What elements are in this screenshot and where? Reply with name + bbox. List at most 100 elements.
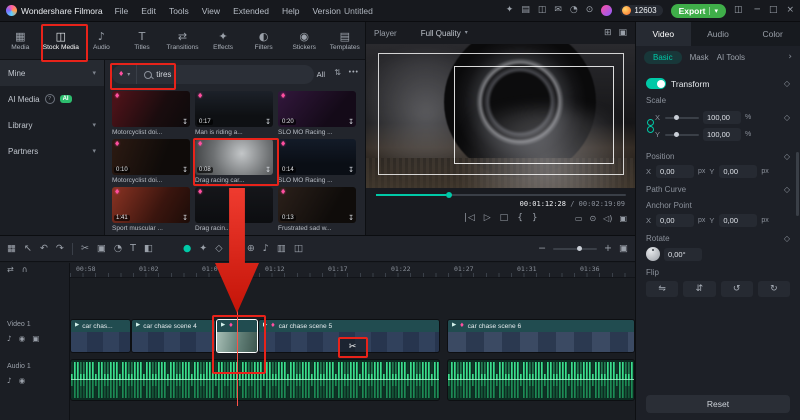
position-x-value[interactable]: 0,00 (656, 165, 694, 178)
hide-track-icon[interactable]: ◉ (19, 377, 26, 385)
export-dropdown-icon[interactable]: ▾ (709, 6, 718, 15)
scale-y-value[interactable]: 100,00 (703, 128, 741, 141)
stock-thumbnail[interactable]: ♦ ↧ (112, 91, 190, 127)
timeline-clip[interactable]: ▶ car chase scene 4 (131, 319, 216, 353)
download-icon[interactable]: ↧ (182, 119, 188, 126)
timeline-clip[interactable]: ▶ car chas... (70, 319, 131, 353)
menu-version[interactable]: Version (312, 6, 340, 16)
tab-transitions[interactable]: ⇄ Transitions (162, 22, 203, 59)
rotate-knob[interactable] (646, 247, 660, 261)
stock-item[interactable]: ♦ 0:17 ↧ Man is riding a... (195, 91, 273, 139)
stock-thumbnail[interactable]: ♦ 0:14 ↧ (278, 139, 356, 175)
mute-track-icon[interactable]: ♪ (7, 335, 12, 343)
tab-effects[interactable]: ✦ Effects (203, 22, 244, 59)
rotate-right-button[interactable]: ↻ (757, 281, 790, 297)
seek-handle[interactable] (446, 192, 452, 198)
media-type-selector[interactable]: ♦ ▾ (112, 65, 138, 84)
avatar[interactable] (601, 5, 613, 16)
stock-item[interactable]: ♦ 0:13 ↧ Frustrated sad w... (278, 187, 356, 235)
ai-features-icon[interactable]: ✦ (506, 6, 514, 15)
detach-player-icon[interactable]: ▣ (618, 28, 627, 38)
undo-icon[interactable]: ↶ (40, 244, 48, 254)
video-preview[interactable] (366, 44, 636, 188)
pointer-tool-icon[interactable]: ↖ (24, 244, 32, 254)
flip-vertical-button[interactable]: ⇵ (683, 281, 716, 297)
stock-thumbnail[interactable]: ♦ 1:41 ↧ (112, 187, 190, 223)
coins-badge[interactable]: 12603 (620, 5, 663, 16)
keyframe-icon[interactable]: ◇ (784, 79, 790, 88)
sidebar-item-mine[interactable]: Mine ▾ (0, 60, 104, 86)
transform-bounds-inner[interactable] (454, 66, 614, 164)
download-icon[interactable]: ↧ (182, 167, 188, 174)
stock-thumbnail[interactable]: ♦ 0:08 ↧ (195, 139, 273, 175)
stock-thumbnail[interactable]: ♦ 0:10 ↧ (112, 139, 190, 175)
stock-item[interactable]: ♦ 0:20 ↧ SLO MO Racing ... (278, 91, 356, 139)
tab-stock-media[interactable]: ◫ Stock Media (41, 22, 82, 59)
tab-audio[interactable]: ♪ Audio (81, 22, 122, 59)
stock-thumbnail[interactable]: ♦ 0:13 ↧ (278, 187, 356, 223)
reset-button[interactable]: Reset (646, 395, 790, 413)
stock-item[interactable]: ♦ 0:10 ↧ Motorcyclist doi... (112, 139, 190, 187)
layout-icon[interactable]: ▤ (521, 6, 530, 15)
tab-stickers[interactable]: ◉ Stickers (284, 22, 325, 59)
screen-record-icon[interactable]: ◫ (538, 6, 547, 15)
anchor-y-value[interactable]: 0,00 (719, 214, 758, 227)
redo-icon[interactable]: ↷ (56, 244, 64, 254)
link-clips-icon[interactable]: ⇄ (7, 266, 14, 274)
scale-y-slider[interactable] (665, 131, 699, 137)
snap-magnet-icon[interactable]: ∩ (22, 266, 28, 274)
help-icon[interactable]: ? (44, 94, 55, 104)
seek-bar[interactable] (376, 192, 626, 198)
download-icon[interactable]: ↧ (348, 119, 354, 126)
subtab-ai-tools[interactable]: AI Tools (717, 53, 745, 62)
close-button[interactable]: × (786, 6, 794, 15)
mark-out-icon[interactable]: } (532, 214, 538, 223)
menu-tools[interactable]: Tools (169, 6, 189, 16)
filter-all-label[interactable]: All (317, 70, 325, 79)
previous-frame-icon[interactable]: ∣◁ (463, 214, 474, 223)
scale-x-slider[interactable] (665, 114, 699, 120)
sort-filter-icon[interactable]: ⇅ (334, 69, 341, 77)
hide-track-icon[interactable]: ◉ (19, 335, 26, 343)
export-button[interactable]: Export ▾ (670, 3, 726, 18)
subtab-basic[interactable]: Basic (644, 50, 682, 64)
tab-templates[interactable]: ▤ Templates (325, 22, 366, 59)
keyframe-icon[interactable]: ◇ (784, 152, 790, 161)
chevron-right-icon[interactable]: › (788, 52, 792, 62)
anchor-x-value[interactable]: 0,00 (656, 214, 694, 227)
menu-extended[interactable]: Extended (233, 6, 269, 16)
audio-clip[interactable] (70, 359, 440, 401)
workspace-switch-icon[interactable]: ◫ (734, 6, 743, 15)
sidebar-item-partners[interactable]: Partners ▾ (0, 138, 104, 164)
scale-x-value[interactable]: 100,00 (703, 111, 741, 124)
stop-icon[interactable]: □ (500, 214, 509, 223)
display-icon[interactable]: ▭ (575, 215, 583, 223)
position-y-value[interactable]: 0,00 (719, 165, 758, 178)
notification-icon[interactable]: ⊙ (586, 6, 594, 15)
transform-toggle[interactable] (646, 78, 666, 89)
search-bar[interactable]: ♦ ▾ tires (112, 65, 314, 84)
sidebar-item-ai-media[interactable]: AI Media ? AI (0, 86, 104, 112)
tab-media[interactable]: ▦ Media (0, 22, 41, 59)
play-icon[interactable]: ▷ (484, 214, 491, 223)
link-scale-icon[interactable] (646, 119, 654, 133)
tab-filters[interactable]: ◐ Filters (243, 22, 284, 59)
maximize-button[interactable]: □ (769, 6, 778, 15)
keyframe-icon[interactable]: ◇ (784, 113, 790, 122)
menu-file[interactable]: File (115, 6, 129, 16)
flip-horizontal-button[interactable]: ⇋ (646, 281, 679, 297)
download-icon[interactable]: ↧ (265, 119, 271, 126)
lock-track-icon[interactable]: ▣ (32, 335, 39, 343)
menu-edit[interactable]: Edit (141, 6, 156, 16)
snapshot-icon[interactable]: ⊙ (589, 215, 596, 223)
subtab-mask[interactable]: Mask (690, 53, 709, 62)
stock-item[interactable]: ♦ ↧ Motorcyclist doi... (112, 91, 190, 139)
search-input[interactable]: tires (156, 70, 171, 79)
rotate-value[interactable]: 0,00° (664, 247, 702, 261)
more-options-button[interactable]: ••• (349, 69, 359, 76)
keyframe-icon[interactable]: ◇ (784, 234, 790, 243)
audio-clip[interactable] (447, 359, 635, 401)
message-icon[interactable]: ✉ (554, 6, 562, 15)
stock-thumbnail[interactable]: ♦ 0:17 ↧ (195, 91, 273, 127)
download-icon[interactable]: ↧ (348, 167, 354, 174)
